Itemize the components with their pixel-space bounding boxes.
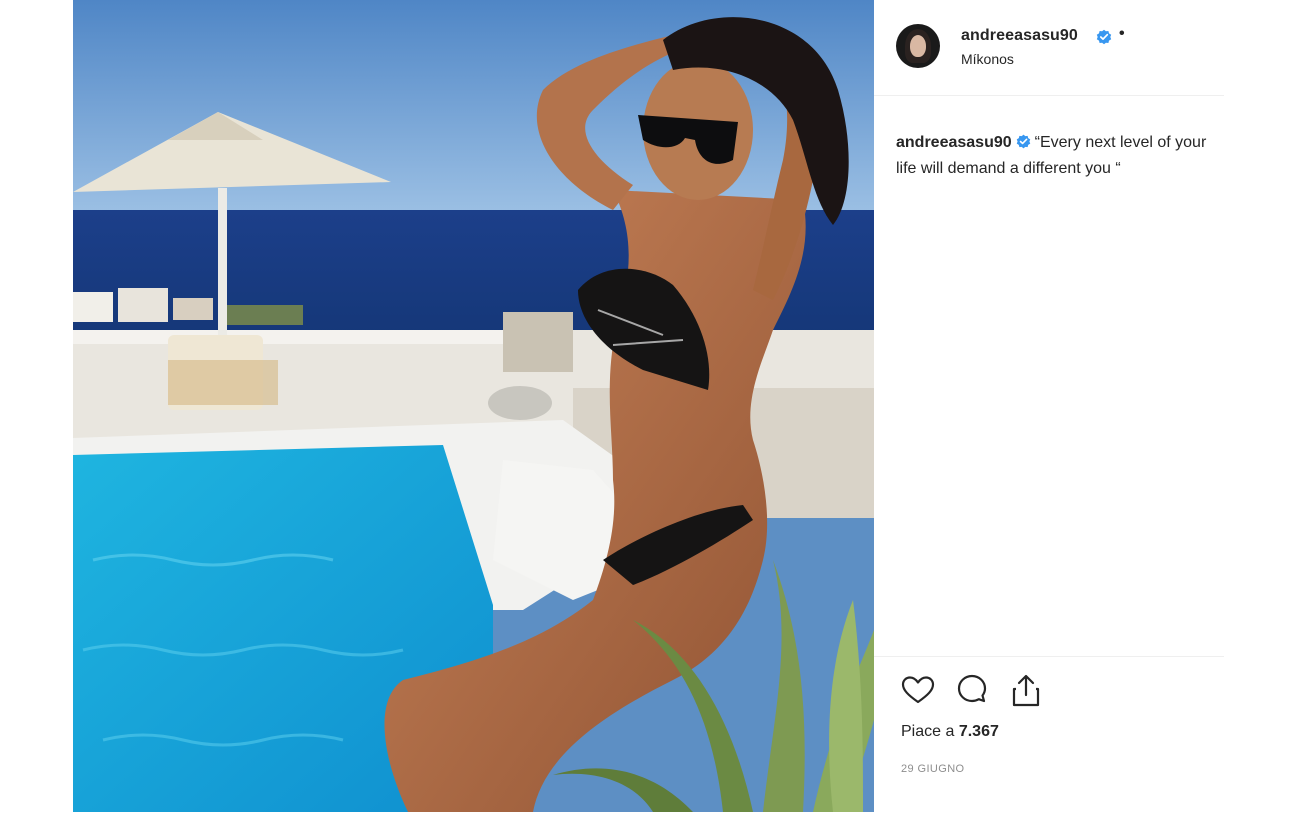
- likes-number: 7.367: [958, 723, 999, 740]
- share-icon: [1012, 674, 1040, 707]
- post-photo[interactable]: [73, 0, 874, 812]
- heart-icon: [901, 676, 935, 704]
- caption-username[interactable]: andreeasasu90: [896, 134, 1012, 151]
- comment-icon: [957, 674, 987, 703]
- likes-count[interactable]: Piace a 7.367: [901, 723, 999, 741]
- post-header: andreeasasu90 • Míkonos: [874, 0, 1224, 96]
- share-button[interactable]: [1008, 673, 1044, 709]
- author-avatar[interactable]: [896, 24, 940, 68]
- verified-badge-icon: [1096, 29, 1112, 45]
- header-separator: •: [1119, 25, 1125, 42]
- post-actions: Piace a 7.367 29 GIUGNO: [874, 656, 1224, 813]
- likes-label: Piace a: [901, 723, 955, 740]
- instagram-post: andreeasasu90 • Míkonos andreeasasu90 “E…: [0, 0, 1298, 812]
- post-caption: andreeasasu90 “Every next level of your …: [896, 130, 1216, 182]
- like-button[interactable]: [900, 673, 936, 709]
- photo-illustration: [73, 0, 874, 812]
- author-username[interactable]: andreeasasu90: [961, 27, 1078, 45]
- comment-button[interactable]: [954, 673, 990, 709]
- post-date[interactable]: 29 GIUGNO: [901, 763, 965, 775]
- post-sidebar: andreeasasu90 • Míkonos andreeasasu90 “E…: [874, 0, 1224, 812]
- avatar-face: [910, 35, 926, 57]
- post-location[interactable]: Míkonos: [961, 51, 1014, 67]
- verified-badge-icon: [1016, 134, 1030, 149]
